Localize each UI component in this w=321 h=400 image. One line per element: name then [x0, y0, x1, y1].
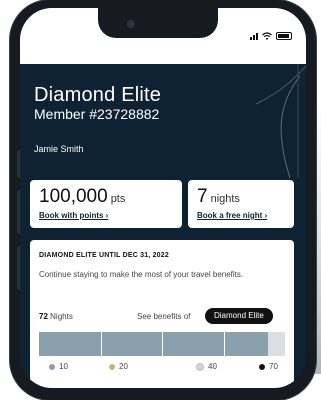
progress-tick: [162, 332, 163, 356]
tier-threshold-value: 70: [269, 362, 278, 371]
tier-threshold: 20: [109, 362, 128, 371]
tier-selector-button[interactable]: Diamond Elite: [205, 308, 273, 324]
decorative-lines-icon: [255, 64, 306, 178]
tier-dot-icon: [259, 363, 265, 370]
progress-fill: [39, 332, 268, 356]
nights-count: 72 Nights: [39, 312, 73, 321]
signal-icon: [250, 33, 258, 40]
progress-tick: [101, 332, 102, 356]
nights-value: 7: [197, 186, 208, 207]
tier-status-description: Continue staying to make the most of you…: [39, 270, 244, 279]
notch: [98, 8, 218, 38]
nights-count-value: 72: [39, 312, 48, 321]
tier-dot-icon: [109, 363, 115, 370]
member-header: Diamond Elite Member #23728882 Jamie Smi…: [20, 64, 306, 178]
tier-threshold-value: 20: [119, 362, 128, 371]
nights-unit: nights: [210, 193, 240, 205]
tier-threshold-value: 40: [208, 362, 217, 371]
see-benefits-label: See benefits of: [137, 312, 191, 321]
status-icons: [250, 32, 292, 40]
tier-threshold: 40: [196, 362, 217, 371]
tier-thresholds: 10 20 40 70: [39, 362, 285, 374]
battery-icon: [276, 32, 292, 40]
nights-progress-bar: [39, 332, 285, 356]
points-value: 100,000: [39, 186, 108, 207]
wifi-icon: [262, 32, 272, 40]
nights-count-label: Nights: [50, 312, 73, 321]
tier-dot-icon: [49, 363, 55, 370]
progress-tick: [224, 332, 225, 356]
points-balance: 100,000 pts: [39, 186, 125, 208]
camera-icon: [127, 20, 135, 28]
member-number: Member #23728882: [34, 106, 160, 122]
status-bar: [20, 8, 306, 64]
app-screen: Diamond Elite Member #23728882 Jamie Smi…: [20, 8, 306, 388]
nights-row: 72 Nights See benefits of Diamond Elite: [39, 308, 285, 326]
tier-dot-icon: [196, 362, 204, 371]
member-name: Jamie Smith: [34, 144, 84, 154]
tier-threshold: 10: [49, 362, 68, 371]
points-card: 100,000 pts Book with points ›: [30, 180, 182, 228]
tier-status-title: DIAMOND ELITE UNTIL DEC 31, 2022: [39, 252, 169, 259]
book-free-night-link[interactable]: Book a free night ›: [197, 211, 267, 220]
tier-title: Diamond Elite: [34, 84, 162, 106]
free-nights-card: 7 nights Book a free night ›: [188, 180, 294, 228]
tier-threshold: 70: [259, 362, 278, 371]
tier-threshold-value: 10: [59, 362, 68, 371]
book-with-points-link[interactable]: Book with points ›: [39, 211, 108, 220]
nights-balance: 7 nights: [197, 186, 240, 208]
points-unit: pts: [110, 193, 126, 205]
tier-status-card: DIAMOND ELITE UNTIL DEC 31, 2022 Continu…: [30, 240, 294, 388]
